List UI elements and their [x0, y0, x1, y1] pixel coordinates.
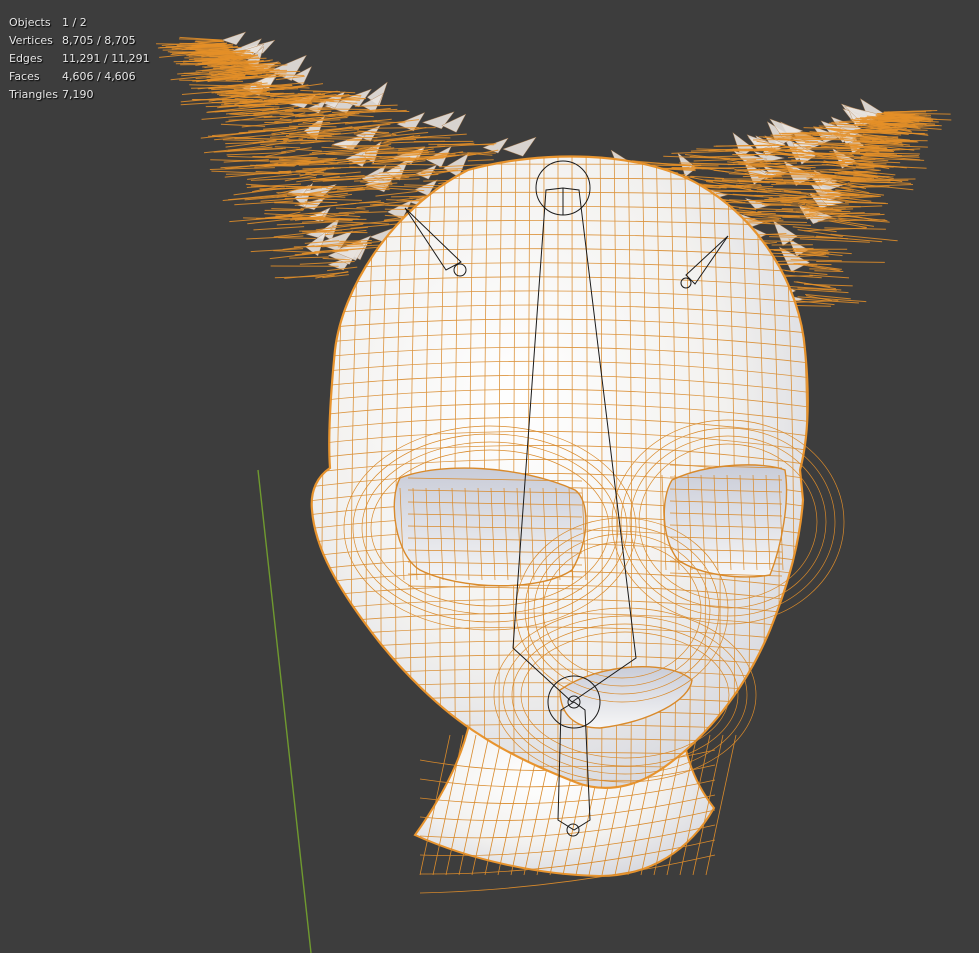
viewport-scene[interactable]	[0, 0, 979, 953]
stat-label: Objects	[9, 16, 51, 29]
left-eye-hole	[393, 467, 587, 587]
stat-value: 8,705 / 8,705	[62, 34, 136, 47]
stat-label: Faces	[9, 70, 40, 83]
viewport-statistics-overlay: Objects 1 / 2 Vertices 8,705 / 8,705 Edg…	[9, 14, 150, 104]
stat-value: 11,291 / 11,291	[62, 52, 150, 65]
stat-value: 1 / 2	[62, 16, 87, 29]
stat-value: 4,606 / 4,606	[62, 70, 136, 83]
stat-label: Vertices	[9, 34, 53, 47]
3d-viewport[interactable]: Objects 1 / 2 Vertices 8,705 / 8,705 Edg…	[0, 0, 979, 953]
stat-row-vertices: Vertices 8,705 / 8,705	[9, 32, 150, 50]
stat-value: 7,190	[62, 88, 94, 101]
stat-row-objects: Objects 1 / 2	[9, 14, 150, 32]
y-axis-line	[257, 469, 312, 953]
stat-label: Triangles	[9, 88, 58, 101]
stat-row-faces: Faces 4,606 / 4,606	[9, 68, 150, 86]
stat-row-triangles: Triangles 7,190	[9, 86, 150, 104]
stat-row-edges: Edges 11,291 / 11,291	[9, 50, 150, 68]
stat-label: Edges	[9, 52, 43, 65]
